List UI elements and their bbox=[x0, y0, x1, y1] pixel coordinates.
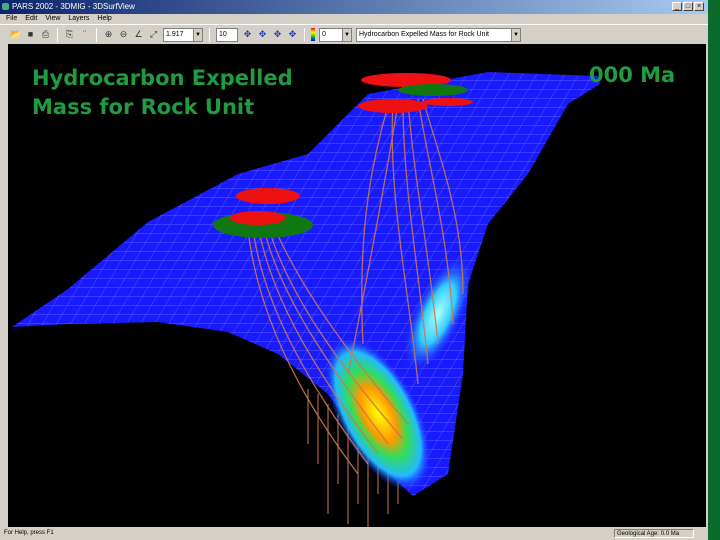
maximize-button[interactable]: □ bbox=[683, 2, 693, 11]
separator bbox=[304, 27, 305, 42]
status-age: Geological Age: 0.0 Ma bbox=[614, 529, 694, 538]
title-bar: PARS 2002 - 3DMIG - 3DSurfView _ □ × bbox=[0, 0, 708, 14]
color-scale-icon[interactable] bbox=[311, 28, 315, 41]
separator bbox=[57, 27, 58, 42]
separator bbox=[209, 27, 210, 42]
app-icon bbox=[2, 3, 9, 10]
status-bar: For Help, press F1 Geological Age: 0.0 M… bbox=[0, 527, 708, 540]
age-select[interactable]: 0 ▼ bbox=[319, 27, 352, 42]
chevron-down-icon: ▼ bbox=[342, 28, 351, 41]
move-right-icon[interactable]: ✥ bbox=[287, 29, 298, 40]
save-icon[interactable]: ■ bbox=[25, 29, 36, 40]
zoom-select[interactable]: 1.917 ▼ bbox=[163, 27, 203, 42]
overlay-title: Hydrocarbon Expelled Mass for Rock Unit bbox=[32, 66, 293, 119]
separator bbox=[96, 27, 97, 42]
minimize-button[interactable]: _ bbox=[672, 2, 682, 11]
paste-icon[interactable]: ¨ bbox=[79, 29, 90, 40]
menu-bar: File Edit View Layers Help bbox=[0, 14, 112, 24]
status-help: For Help, press F1 bbox=[4, 530, 54, 536]
application-window: PARS 2002 - 3DMIG - 3DSurfView _ □ × Fil… bbox=[0, 0, 708, 540]
zoom-out-icon[interactable]: ⊖ bbox=[118, 29, 129, 40]
chevron-down-icon: ▼ bbox=[193, 28, 202, 41]
move-up-icon[interactable]: ✥ bbox=[242, 29, 253, 40]
step-input[interactable]: 10 bbox=[216, 27, 238, 42]
print-icon[interactable]: ⎙ bbox=[40, 29, 51, 40]
close-button[interactable]: × bbox=[694, 2, 704, 11]
move-down-icon[interactable]: ✥ bbox=[257, 29, 268, 40]
menu-view[interactable]: View bbox=[45, 14, 60, 24]
overlay-age: 000 Ma bbox=[589, 63, 676, 87]
open-icon[interactable]: 📂 bbox=[10, 29, 21, 40]
property-select[interactable]: Hydrocarbon Expelled Mass for Rock Unit ▼ bbox=[356, 27, 521, 42]
3d-view-canvas[interactable]: Hydrocarbon Expelled Mass for Rock Unit … bbox=[8, 44, 706, 527]
menu-edit[interactable]: Edit bbox=[25, 14, 37, 24]
chevron-down-icon: ▼ bbox=[511, 28, 520, 41]
window-title: PARS 2002 - 3DMIG - 3DSurfView bbox=[12, 2, 135, 11]
move-left-icon[interactable]: ✥ bbox=[272, 29, 283, 40]
menu-file[interactable]: File bbox=[6, 14, 17, 24]
toolbar: 📂 ■ ⎙ ⎘ ¨ ⊕ ⊖ ∠ ⤢ 1.917 ▼ 10 ✥ ✥ ✥ ✥ 0 ▼ H… bbox=[0, 24, 708, 44]
rotate-icon[interactable]: ∠ bbox=[133, 29, 144, 40]
menu-layers[interactable]: Layers bbox=[68, 14, 89, 24]
scale-icon[interactable]: ⤢ bbox=[148, 29, 159, 40]
zoom-in-icon[interactable]: ⊕ bbox=[103, 29, 114, 40]
copy-icon[interactable]: ⎘ bbox=[64, 29, 75, 40]
menu-help[interactable]: Help bbox=[97, 14, 111, 24]
